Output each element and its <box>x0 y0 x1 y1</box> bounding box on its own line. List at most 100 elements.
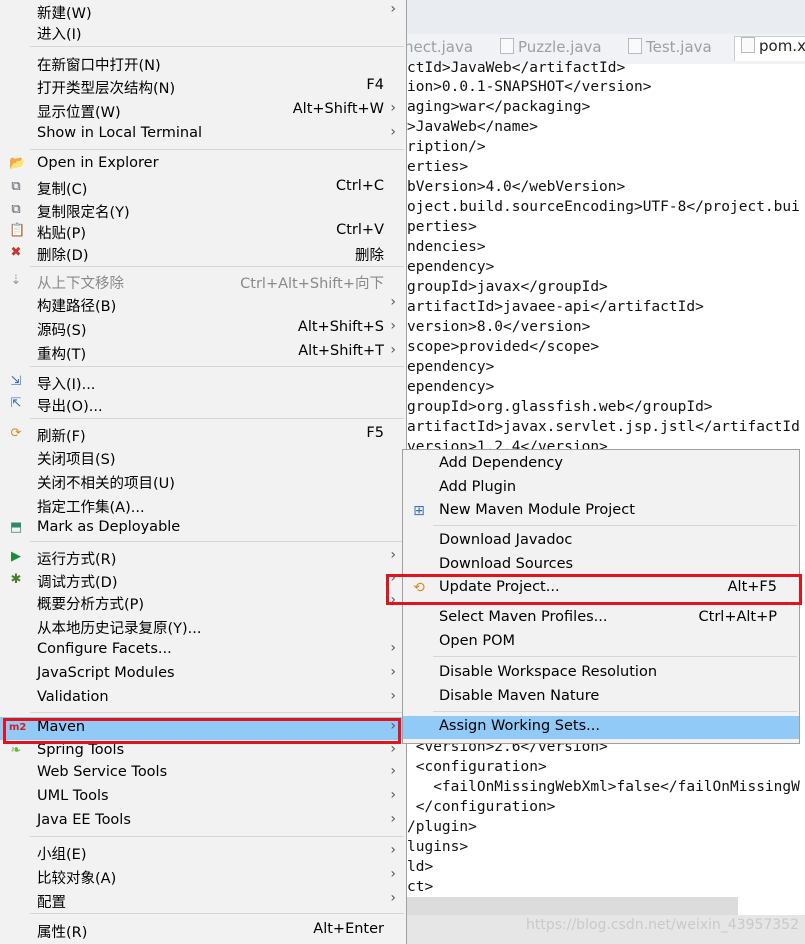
tab-label: Puzzle.java <box>518 38 602 56</box>
menu-item[interactable]: Show in Local Terminal › <box>0 123 406 146</box>
submenu-item[interactable]: Download Javadoc <box>403 530 799 553</box>
menu-item-shortcut: Ctrl+C <box>335 178 384 194</box>
menu-separator <box>30 712 404 713</box>
menu-item[interactable]: 新建(W) › <box>0 0 406 23</box>
tab-label: nect.java <box>404 38 474 56</box>
submenu-item[interactable]: Add Plugin <box>403 477 799 500</box>
menu-item[interactable]: 显示位置(W) Alt+Shift+W › <box>0 99 406 122</box>
export-icon: ⇱ <box>10 396 22 411</box>
submenu-item-label: Disable Workspace Resolution <box>439 664 658 680</box>
menu-item[interactable]: JavaScript Modules › <box>0 663 406 686</box>
horizontal-scrollbar[interactable] <box>400 897 738 915</box>
context-menu: 新建(W) › 进入(I) 在新窗口中打开(N) 打开类型层次结构(N) F4 显示位置(W… <box>0 0 407 944</box>
debug-icon: ✱ <box>10 572 22 587</box>
menu-item-label: 新建(W) <box>37 6 92 22</box>
menu-item-label: 从本地历史记录复原(Y)... <box>37 621 202 637</box>
menu-item[interactable]: ⬒ Mark as Deployable <box>0 517 406 540</box>
menu-item[interactable]: ⇱ 导出(O)... <box>0 393 406 416</box>
maven-m2-icon: m2 <box>9 722 27 733</box>
menu-item[interactable]: 打开类型层次结构(N) F4 <box>0 75 406 98</box>
submenu-item[interactable]: Disable Maven Nature <box>403 686 799 709</box>
menu-item[interactable]: ⧉ 复制限定名(Y) <box>0 199 406 222</box>
menu-item[interactable]: 从本地历史记录复原(Y)... <box>0 615 406 638</box>
menu-item[interactable]: Validation › <box>0 687 406 710</box>
menu-item[interactable]: ⧉ 复制(C) Ctrl+C <box>0 176 406 199</box>
submenu-item[interactable]: Open POM <box>403 631 799 654</box>
code-line: ependency> <box>407 379 495 395</box>
menu-item[interactable]: UML Tools › <box>0 786 406 809</box>
menu-item-label: 进入(I) <box>37 27 82 43</box>
submenu-arrow-icon: › <box>390 570 396 586</box>
menu-item[interactable]: 属性(R) Alt+Enter <box>0 919 406 942</box>
menu-item[interactable]: m2 Maven › <box>0 717 406 740</box>
tab-test-java[interactable]: Test.java <box>628 38 712 62</box>
menu-item[interactable]: ❧ Spring Tools › <box>0 740 406 763</box>
submenu-arrow-icon: › <box>390 763 396 779</box>
menu-item[interactable]: 构建路径(B) › <box>0 293 406 316</box>
menu-item[interactable]: ⟳ 刷新(F) F5 <box>0 423 406 446</box>
menu-separator <box>30 836 404 837</box>
menu-item-shortcut: F4 <box>366 77 384 93</box>
submenu-arrow-icon: › <box>390 1 396 17</box>
editor-top-strip <box>400 0 805 34</box>
menu-item-label: JavaScript Modules <box>37 665 175 681</box>
tab-pom-xml[interactable]: pom.x <box>734 36 805 61</box>
submenu-item[interactable]: Download Sources <box>403 554 799 577</box>
menu-item[interactable]: 在新窗口中打开(N) <box>0 52 406 75</box>
submenu-arrow-icon: › <box>390 842 396 858</box>
menu-item[interactable]: ▶ 运行方式(R) › <box>0 546 406 569</box>
submenu-separator <box>433 656 797 657</box>
menu-item-label: 属性(R) <box>37 925 88 941</box>
menu-item-label: Open in Explorer <box>37 155 159 171</box>
code-line: bVersion>4.0</webVersion> <box>407 179 626 195</box>
menu-item[interactable]: Java EE Tools › <box>0 810 406 833</box>
submenu-item[interactable]: Add Dependency <box>403 453 799 476</box>
menu-item-label: 打开类型层次结构(N) <box>37 81 176 97</box>
menu-item[interactable]: 指定工作集(A)... <box>0 494 406 517</box>
menu-item-label: 从上下文移除 <box>37 276 124 292</box>
menu-item[interactable]: ✱ 调试方式(D) › <box>0 569 406 592</box>
menu-separator <box>30 366 404 367</box>
menu-item[interactable]: 源码(S) Alt+Shift+S › <box>0 317 406 340</box>
submenu-item[interactable]: Select Maven Profiles... Ctrl+Alt+P <box>403 607 799 630</box>
menu-separator <box>30 149 404 150</box>
submenu-arrow-icon: › <box>390 100 396 116</box>
submenu-item[interactable]: Disable Workspace Resolution <box>403 662 799 685</box>
submenu-arrow-icon: › <box>390 866 396 882</box>
folder-icon: 📂 <box>9 156 26 171</box>
java-file-icon <box>500 38 514 54</box>
delete-icon: ✖ <box>10 245 22 260</box>
menu-item[interactable]: Web Service Tools › <box>0 762 406 785</box>
code-line: <configuration> <box>407 759 547 775</box>
code-line: artifactId>javax.servlet.jsp.jstl</artif… <box>407 419 800 435</box>
submenu-item-label: Download Sources <box>439 556 574 572</box>
menu-item[interactable]: 小组(E) › <box>0 841 406 864</box>
java-file-icon <box>628 38 642 54</box>
menu-item[interactable]: 进入(I) <box>0 21 406 44</box>
menu-item[interactable]: 配置 › <box>0 889 406 912</box>
submenu-item-shortcut: Alt+F5 <box>727 579 777 595</box>
code-line: ription/> <box>407 139 486 155</box>
menu-item[interactable]: Configure Facets... › <box>0 639 406 662</box>
submenu-arrow-icon: › <box>390 890 396 906</box>
menu-item[interactable]: 关闭不相关的项目(U) <box>0 470 406 493</box>
import-icon: ⇲ <box>10 374 22 389</box>
menu-item-label: 显示位置(W) <box>37 105 121 121</box>
menu-item-label: Show in Local Terminal <box>37 125 203 141</box>
menu-item[interactable]: 重构(T) Alt+Shift+T › <box>0 341 406 364</box>
submenu-item[interactable]: ⟲ Update Project... Alt+F5 <box>403 577 799 600</box>
menu-item-label: 粘贴(P) <box>37 226 87 242</box>
menu-item[interactable]: 📂 Open in Explorer <box>0 153 406 176</box>
menu-separator <box>30 46 404 47</box>
submenu-item[interactable]: Assign Working Sets... <box>403 716 799 739</box>
menu-item[interactable]: 比较对象(A) › <box>0 865 406 888</box>
menu-item[interactable]: 📋 粘贴(P) Ctrl+V <box>0 220 406 243</box>
menu-item[interactable]: ⇲ 导入(I)... <box>0 371 406 394</box>
menu-item[interactable]: 关闭项目(S) <box>0 446 406 469</box>
submenu-arrow-icon: › <box>390 718 396 734</box>
menu-item[interactable]: 概要分析方式(P) › <box>0 591 406 614</box>
code-line: ctId>JavaWeb</artifactId> <box>407 60 626 76</box>
submenu-separator <box>433 525 797 526</box>
submenu-item[interactable]: ⊞ New Maven Module Project <box>403 500 799 523</box>
menu-item[interactable]: ✖ 删除(D) 删除 <box>0 242 406 265</box>
